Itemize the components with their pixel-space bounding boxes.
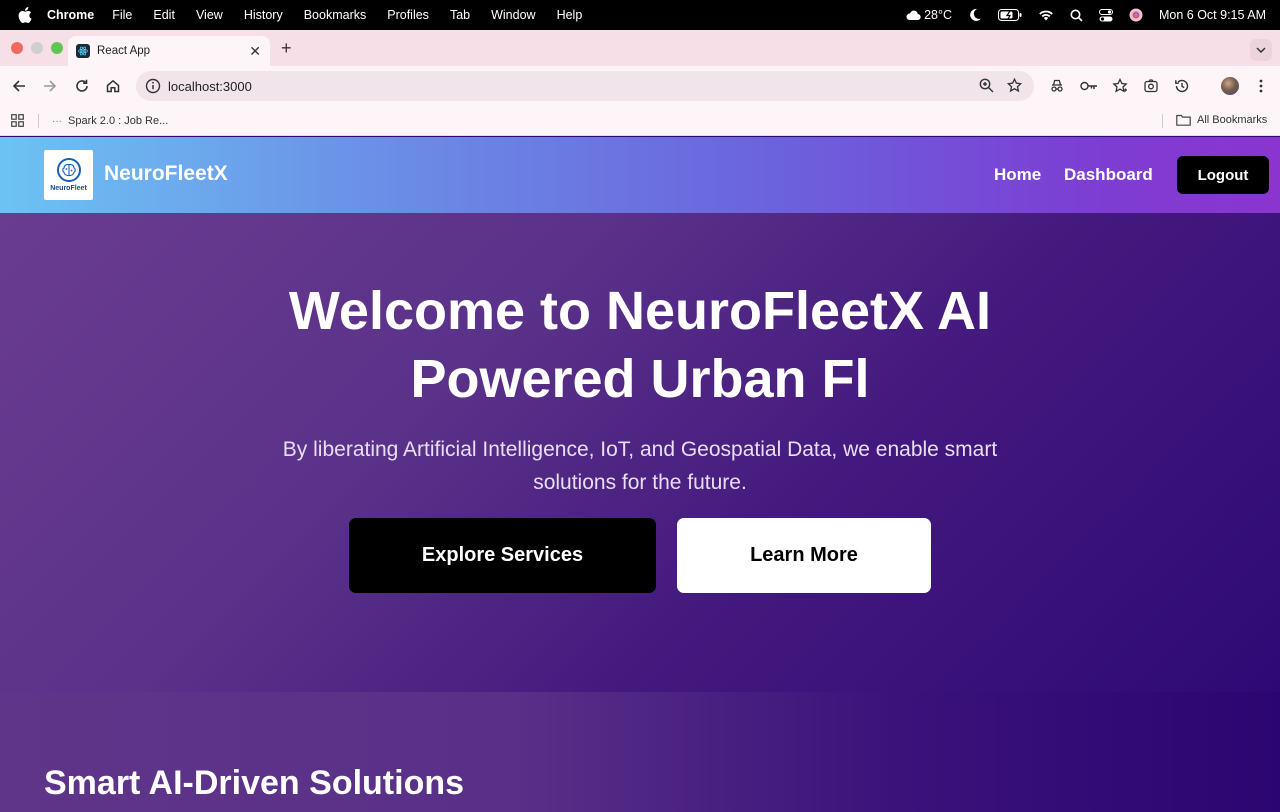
tab-search-chevron-icon[interactable] bbox=[1250, 39, 1272, 61]
folder-icon bbox=[1176, 114, 1191, 126]
reading-list-star-icon[interactable] bbox=[1111, 77, 1129, 95]
menu-history[interactable]: History bbox=[244, 8, 283, 22]
hero-title-line2: Powered Urban Fl bbox=[410, 349, 870, 409]
menu-edit[interactable]: Edit bbox=[153, 8, 175, 22]
menu-view[interactable]: View bbox=[196, 8, 223, 22]
browser-tab-active[interactable]: React App ✕ bbox=[68, 36, 270, 66]
bookmarks-divider-right bbox=[1162, 114, 1163, 128]
brain-icon bbox=[56, 158, 81, 182]
menubar-datetime[interactable]: Mon 6 Oct 9:15 AM bbox=[1159, 8, 1266, 22]
password-key-icon[interactable] bbox=[1080, 77, 1098, 95]
cloud-icon bbox=[906, 10, 921, 21]
hero-subtitle-line1: By liberating Artificial Intelligence, I… bbox=[282, 438, 998, 461]
weather-widget[interactable]: 28°C bbox=[905, 8, 952, 22]
profile-avatar[interactable] bbox=[1221, 77, 1239, 95]
moon-icon[interactable] bbox=[968, 8, 982, 22]
spotlight-search-icon[interactable] bbox=[1070, 9, 1083, 22]
reload-icon[interactable] bbox=[73, 77, 91, 95]
all-bookmarks-label: All Bookmarks bbox=[1197, 114, 1268, 126]
nav-home-link[interactable]: Home bbox=[994, 165, 1041, 185]
menu-file[interactable]: File bbox=[112, 8, 132, 22]
home-icon[interactable] bbox=[104, 77, 122, 95]
hero-subtitle: By liberating Artificial Intelligence, I… bbox=[240, 433, 1040, 499]
solutions-section-title: Smart AI-Driven Solutions bbox=[44, 764, 465, 802]
bookmarks-bar: ··· Spark 2.0 : Job Re... All Bookmarks bbox=[0, 106, 1280, 136]
history-clock-icon[interactable] bbox=[1173, 77, 1191, 95]
bookmark-item-spark[interactable]: ··· Spark 2.0 : Job Re... bbox=[52, 115, 168, 127]
learn-more-button[interactable]: Learn More bbox=[677, 518, 931, 593]
siri-icon[interactable] bbox=[1129, 8, 1143, 22]
forward-arrow-icon[interactable] bbox=[41, 77, 59, 95]
hero-subtitle-line2: solutions for the future. bbox=[533, 471, 747, 494]
tab-close-icon[interactable]: ✕ bbox=[249, 43, 261, 60]
wifi-icon[interactable] bbox=[1038, 9, 1054, 21]
site-logo[interactable]: NeuroFleet bbox=[44, 150, 93, 200]
explore-services-button[interactable]: Explore Services bbox=[349, 518, 656, 593]
hero-title: Welcome to NeuroFleetX AI Powered Urban … bbox=[200, 277, 1080, 413]
site-navbar: NeuroFleet NeuroFleetX Home Dashboard Lo… bbox=[0, 137, 1280, 213]
new-tab-button[interactable]: + bbox=[281, 38, 292, 59]
menu-window[interactable]: Window bbox=[491, 8, 535, 22]
menu-bookmarks[interactable]: Bookmarks bbox=[304, 8, 367, 22]
browser-tab-strip: React App ✕ bbox=[0, 30, 1280, 66]
tab-title: React App bbox=[97, 45, 151, 57]
incognito-extension-icon[interactable] bbox=[1048, 77, 1066, 95]
chrome-menu-kebab-icon[interactable] bbox=[1252, 77, 1270, 95]
bookmarks-divider bbox=[38, 114, 39, 128]
window-controls bbox=[11, 42, 63, 54]
all-bookmarks-button[interactable]: All Bookmarks bbox=[1176, 114, 1267, 126]
address-bar[interactable]: localhost:3000 bbox=[136, 71, 1034, 101]
menu-help[interactable]: Help bbox=[557, 8, 583, 22]
menu-profiles[interactable]: Profiles bbox=[387, 8, 429, 22]
address-bar-url[interactable]: localhost:3000 bbox=[168, 79, 252, 94]
solutions-section: Smart AI-Driven Solutions bbox=[0, 692, 1280, 812]
control-center-icon[interactable] bbox=[1099, 8, 1113, 22]
react-favicon-icon bbox=[76, 44, 90, 58]
site-brand-name[interactable]: NeuroFleetX bbox=[104, 162, 228, 186]
bookmark-label: Spark 2.0 : Job Re... bbox=[68, 115, 169, 127]
page-content: NeuroFleet NeuroFleetX Home Dashboard Lo… bbox=[0, 137, 1280, 812]
site-info-icon[interactable] bbox=[145, 78, 161, 99]
logout-button[interactable]: Logout bbox=[1177, 156, 1269, 194]
weather-temp: 28°C bbox=[924, 8, 952, 22]
menubar-status-area: 28°C Mon 6 Oct 9:15 AM bbox=[905, 0, 1266, 30]
bookmark-favicon-icon: ··· bbox=[52, 115, 62, 127]
menubar-app-name[interactable]: Chrome bbox=[47, 8, 94, 22]
close-window-button[interactable] bbox=[11, 42, 23, 54]
back-arrow-icon[interactable] bbox=[10, 77, 28, 95]
battery-icon[interactable] bbox=[998, 9, 1022, 21]
hero-title-line1: Welcome to NeuroFleetX AI bbox=[288, 281, 992, 341]
macos-menubar: Chrome File Edit View History Bookmarks … bbox=[0, 0, 1280, 30]
apps-grid-icon[interactable] bbox=[11, 114, 24, 130]
apple-icon[interactable] bbox=[15, 5, 35, 25]
minimize-window-button[interactable] bbox=[31, 42, 43, 54]
menu-tab[interactable]: Tab bbox=[450, 8, 470, 22]
maximize-window-button[interactable] bbox=[51, 42, 63, 54]
zoom-icon[interactable] bbox=[979, 78, 994, 98]
nav-dashboard-link[interactable]: Dashboard bbox=[1064, 165, 1153, 185]
screenshot-extension-icon[interactable] bbox=[1142, 77, 1160, 95]
logo-text: NeuroFleet bbox=[50, 185, 87, 192]
browser-toolbar: localhost:3000 bbox=[0, 66, 1280, 106]
bookmark-star-icon[interactable] bbox=[1006, 77, 1023, 98]
